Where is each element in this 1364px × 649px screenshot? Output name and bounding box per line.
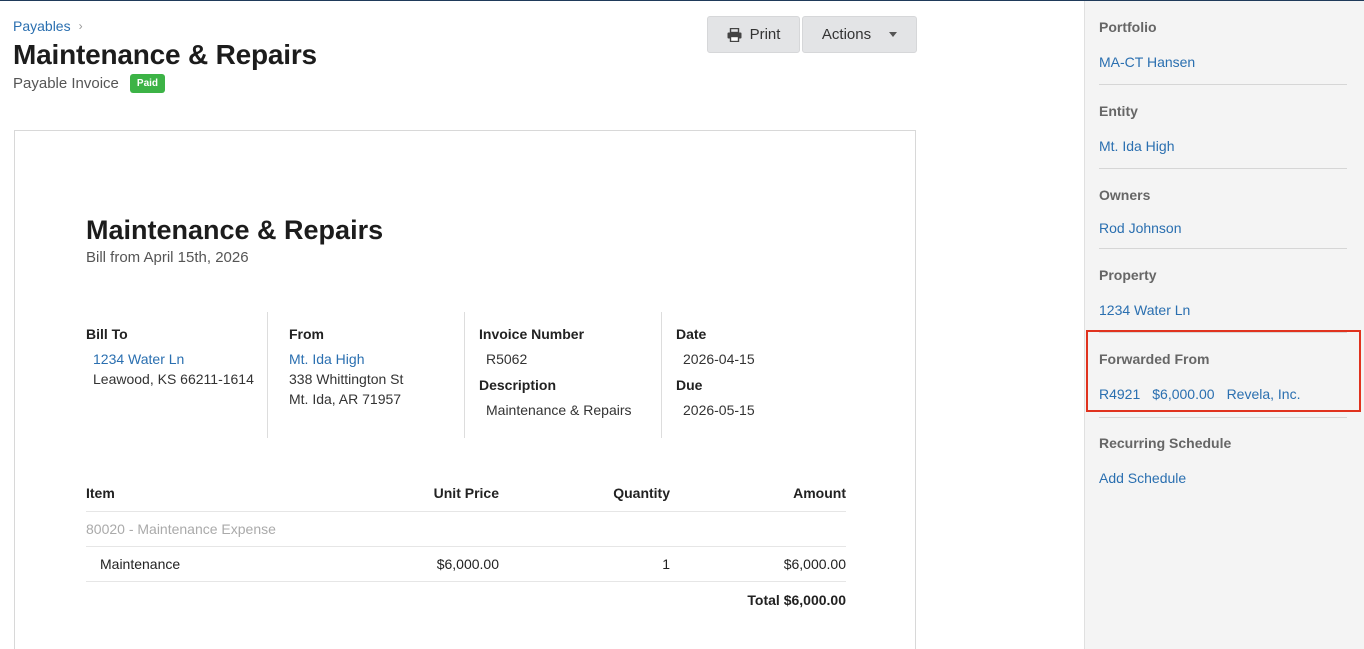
row-amount: $6,000.00: [783, 556, 846, 572]
from-address-line2: Mt. Ida, AR 71957: [289, 391, 402, 407]
invoice-subtitle: Bill from April 15th, 2026: [86, 249, 249, 266]
table-row: Maintenance $6,000.00 1 $6,000.00: [86, 547, 846, 582]
row-item: Maintenance: [100, 556, 181, 572]
status-badge: Paid: [129, 74, 166, 93]
chevron-right-icon: ›: [78, 19, 83, 33]
entity-section: Entity Mt. Ida High: [1099, 103, 1347, 169]
recurring-schedule-section: Recurring Schedule Add Schedule: [1099, 435, 1347, 495]
invoice-info-grid: Bill To 1234 Water Ln Leawood, KS 66211-…: [86, 312, 846, 438]
owners-section: Owners Rod Johnson: [1099, 187, 1347, 249]
bill-to-link[interactable]: 1234 Water Ln: [93, 351, 184, 367]
line-items-table: Item Unit Price Quantity Amount 80020 - …: [86, 474, 846, 617]
add-schedule-link[interactable]: Add Schedule: [1099, 470, 1186, 486]
portfolio-link[interactable]: MA-CT Hansen: [1099, 54, 1195, 70]
forwarded-from-highlight-box: [1086, 330, 1361, 412]
portfolio-section: Portfolio MA-CT Hansen: [1099, 19, 1347, 85]
actions-button-label: Actions: [821, 26, 872, 43]
table-group-row: 80020 - Maintenance Expense: [86, 512, 846, 547]
row-unit-price: $6,000.00: [436, 556, 499, 572]
column-header-quantity: Quantity: [613, 484, 670, 501]
description-label: Description: [479, 377, 557, 393]
print-button[interactable]: Print: [707, 16, 800, 53]
property-section: Property 1234 Water Ln: [1099, 267, 1347, 333]
invoice-number-value: R5062: [486, 351, 528, 367]
breadcrumb: Payables ›: [13, 18, 83, 34]
main-content: Payables › Maintenance & Repairs Payable…: [0, 1, 1084, 649]
page-subtitle: Payable Invoice: [13, 75, 119, 92]
row-quantity: 1: [662, 556, 670, 572]
bill-to-column: Bill To 1234 Water Ln Leawood, KS 66211-…: [86, 312, 268, 438]
column-header-amount: Amount: [793, 484, 846, 501]
caret-down-icon: [889, 32, 898, 37]
date-value: 2026-04-15: [683, 351, 755, 367]
print-button-label: Print: [749, 26, 781, 43]
owners-label: Owners: [1099, 187, 1151, 203]
invoice-number-label: Invoice Number: [479, 326, 585, 342]
table-total-row: Total $6,000.00: [86, 582, 846, 617]
due-label: Due: [676, 377, 703, 393]
due-value: 2026-05-15: [683, 402, 755, 418]
date-label: Date: [676, 326, 707, 342]
entity-link[interactable]: Mt. Ida High: [1099, 138, 1174, 154]
from-label: From: [289, 326, 324, 342]
property-label: Property: [1099, 267, 1157, 283]
bill-to-address: Leawood, KS 66211-1614: [93, 371, 254, 387]
date-column: Date 2026-04-15 Due 2026-05-15: [662, 312, 846, 438]
invoice-total: Total $6,000.00: [747, 591, 846, 608]
printer-icon: [727, 27, 742, 42]
account-group-label: 80020 - Maintenance Expense: [86, 521, 276, 537]
recurring-schedule-label: Recurring Schedule: [1099, 435, 1232, 451]
column-header-item: Item: [86, 484, 115, 501]
portfolio-label: Portfolio: [1099, 19, 1157, 35]
invoice-title: Maintenance & Repairs: [86, 215, 384, 245]
table-header-row: Item Unit Price Quantity Amount: [86, 474, 846, 512]
from-link[interactable]: Mt. Ida High: [289, 351, 364, 367]
description-value: Maintenance & Repairs: [486, 402, 632, 418]
page-title: Maintenance & Repairs: [13, 39, 317, 70]
invoice-number-column: Invoice Number R5062 Description Mainten…: [465, 312, 662, 438]
from-column: From Mt. Ida High 338 Whittington St Mt.…: [268, 312, 465, 438]
owner-link[interactable]: Rod Johnson: [1099, 220, 1182, 236]
column-header-unit-price: Unit Price: [433, 484, 499, 501]
property-link[interactable]: 1234 Water Ln: [1099, 302, 1190, 318]
details-sidebar: Portfolio MA-CT Hansen Entity Mt. Ida Hi…: [1084, 1, 1364, 649]
entity-label: Entity: [1099, 103, 1138, 119]
page-subtitle-row: Payable Invoice Paid: [13, 74, 166, 93]
from-address-line1: 338 Whittington St: [289, 371, 404, 387]
bill-to-label: Bill To: [86, 326, 128, 342]
breadcrumb-payables-link[interactable]: Payables: [13, 18, 71, 34]
invoice-document: Maintenance & Repairs Bill from April 15…: [14, 130, 916, 649]
actions-dropdown-button[interactable]: Actions: [802, 16, 917, 53]
